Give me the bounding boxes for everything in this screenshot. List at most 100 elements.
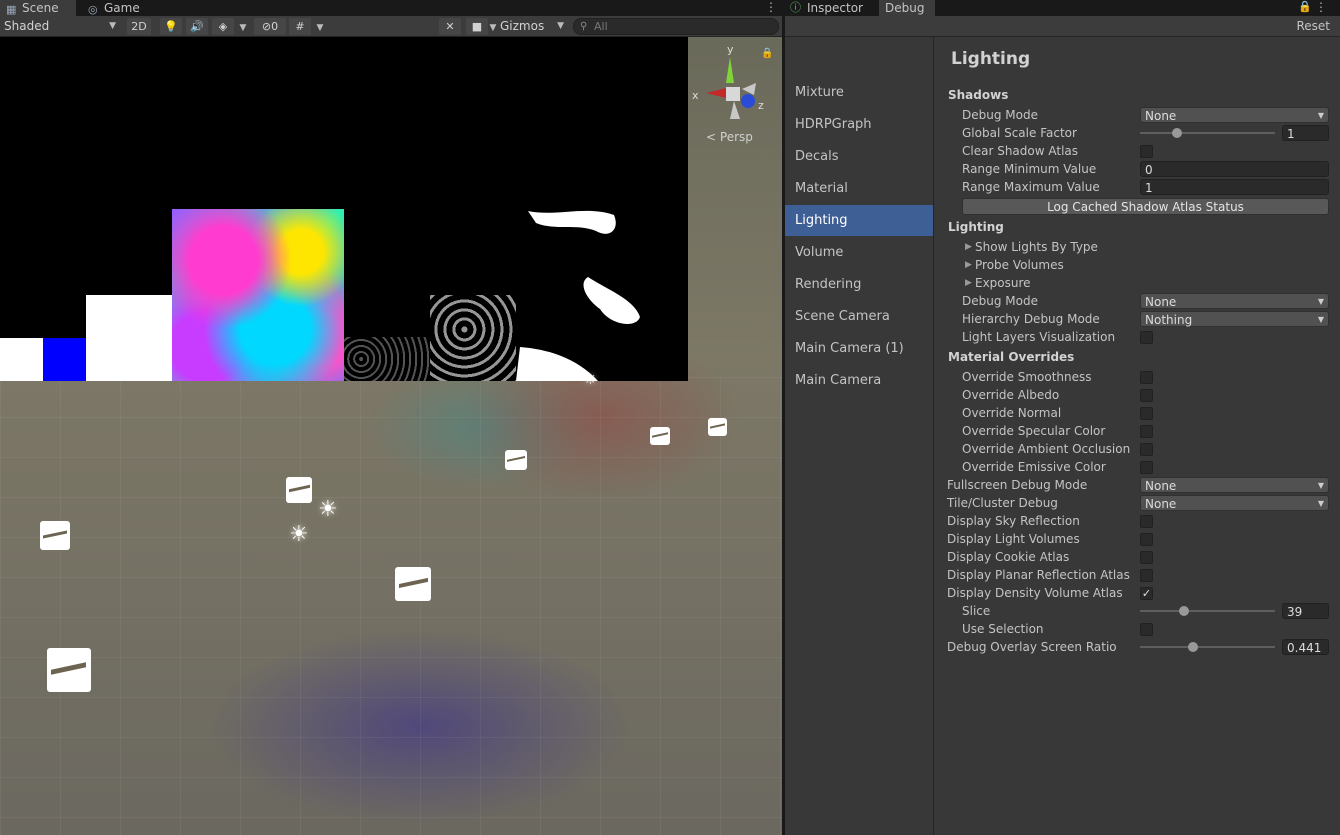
decal-gizmo-icon[interactable] (286, 477, 312, 503)
override-emissive-row: Override Emissive Color (935, 458, 1340, 476)
override-albedo-checkbox[interactable] (1140, 389, 1153, 402)
tab-game[interactable]: ◎ Game (82, 0, 152, 16)
sidebar-item-material[interactable]: Material (785, 173, 933, 204)
display-planar-checkbox[interactable] (1140, 569, 1153, 582)
decal-gizmo-icon[interactable] (505, 450, 527, 470)
decal-gizmo-icon[interactable] (47, 648, 91, 692)
shadow-debug-mode-dropdown[interactable]: None ▼ (1140, 107, 1329, 123)
sidebar-item-scene-camera[interactable]: Scene Camera (785, 301, 933, 332)
chevron-down-icon: ▼ (1317, 111, 1324, 120)
scene-toolbar: Shaded ▼ 2D 💡 🔊 ◈ ▼ ⊘0 # ▼ ✕ ■ ▼ Gizmos … (0, 16, 782, 37)
scene-viewport[interactable]: y x z 🔒 < Persp ☀ ☀ ☀ (0, 37, 782, 835)
sidebar-item-rendering[interactable]: Rendering (785, 269, 933, 300)
2d-toggle-button[interactable]: 2D (127, 18, 151, 35)
light-sun-icon[interactable]: ☀ (318, 499, 338, 521)
scene-search-input[interactable]: ⚲ All (573, 18, 779, 35)
use-selection-row: Use Selection (935, 620, 1340, 638)
light-sun-icon[interactable]: ☀ (289, 524, 309, 546)
audio-toggle-icon[interactable]: 🔊 (186, 18, 208, 35)
display-cookie-checkbox[interactable] (1140, 551, 1153, 564)
slice-field[interactable]: 39 (1282, 603, 1329, 619)
slider-thumb[interactable] (1179, 606, 1189, 616)
exposure-foldout[interactable]: ▶ Exposure (935, 274, 1340, 292)
chevron-down-icon: ▼ (1317, 315, 1324, 324)
probe-volumes-foldout[interactable]: ▶ Probe Volumes (935, 256, 1340, 274)
decal-gizmo-icon[interactable] (395, 567, 431, 601)
global-scale-field[interactable]: 1 (1282, 125, 1329, 141)
shadows-header-row[interactable]: Shadows (935, 86, 1340, 104)
sidebar-item-mixture[interactable]: Mixture (785, 77, 933, 108)
display-density-checkbox[interactable]: ✓ (1140, 587, 1153, 600)
effects-dropdown-icon[interactable]: ▼ (236, 18, 250, 35)
grid-toggle-icon[interactable]: # (289, 18, 311, 35)
show-lights-foldout[interactable]: ▶ Show Lights By Type (935, 238, 1340, 256)
camera-icon[interactable]: ■ (466, 18, 488, 35)
inspector-tabbar: ⓘ Inspector Debug 🔒 ⋮ (785, 0, 1340, 16)
override-emissive-checkbox[interactable] (1140, 461, 1153, 474)
overlay-ratio-field[interactable]: 0.441 (1282, 639, 1329, 655)
hierarchy-debug-mode-dropdown[interactable]: Nothing ▼ (1140, 311, 1329, 327)
slice-slider[interactable] (1140, 610, 1275, 612)
tab-debug[interactable]: Debug (879, 0, 935, 16)
display-light-volumes-checkbox[interactable] (1140, 533, 1153, 546)
slider-thumb[interactable] (1172, 128, 1182, 138)
slider-thumb[interactable] (1188, 642, 1198, 652)
lock-icon[interactable]: 🔒 (1298, 0, 1312, 13)
range-maximum-field[interactable]: 1 (1140, 179, 1329, 195)
gizmos-dropdown[interactable]: Gizmos ▼ (500, 18, 566, 35)
override-smoothness-checkbox[interactable] (1140, 371, 1153, 384)
sidebar-item-main-camera[interactable]: Main Camera (785, 365, 933, 396)
tab-scene[interactable]: ▦ Scene (0, 0, 76, 16)
material-overrides-header-row[interactable]: Material Overrides (935, 348, 1340, 366)
lighting-header-row[interactable]: Lighting (935, 218, 1340, 236)
effects-toggle-icon[interactable]: ◈ (212, 18, 234, 35)
overlay-ratio-slider[interactable] (1140, 646, 1275, 648)
decal-gizmo-icon[interactable] (650, 427, 670, 445)
scene-more-menu-icon[interactable]: ⋮ (765, 0, 777, 14)
scene-pane: ▦ Scene ◎ Game ⋮ Shaded ▼ 2D 💡 🔊 ◈ ▼ ⊘0 … (0, 0, 782, 835)
grid-dropdown-icon[interactable]: ▼ (313, 18, 327, 35)
camera-dropdown-icon[interactable]: ▼ (486, 18, 500, 35)
decal-gizmo-icon[interactable] (40, 521, 70, 550)
sidebar-item-lighting[interactable]: Lighting (785, 205, 933, 236)
fullscreen-debug-dropdown[interactable]: None ▼ (1140, 477, 1329, 493)
override-smoothness-row: Override Smoothness (935, 368, 1340, 386)
decal-gizmo-icon[interactable] (708, 418, 727, 436)
tab-inspector[interactable]: ⓘ Inspector (785, 0, 879, 16)
tile-cluster-dropdown[interactable]: None ▼ (1140, 495, 1329, 511)
sidebar-item-decals[interactable]: Decals (785, 141, 933, 172)
field-label: Display Cookie Atlas (947, 550, 1070, 564)
override-normal-checkbox[interactable] (1140, 407, 1153, 420)
use-selection-checkbox[interactable] (1140, 623, 1153, 636)
display-sky-checkbox[interactable] (1140, 515, 1153, 528)
range-maximum-row: Range Maximum Value 1 (935, 178, 1340, 196)
hidden-objects-toggle[interactable]: ⊘0 (254, 18, 286, 35)
perspective-label[interactable]: < Persp (706, 130, 753, 144)
lighting-toggle-icon[interactable]: 💡 (160, 18, 182, 35)
info-icon: ⓘ (790, 1, 801, 14)
shading-mode-dropdown[interactable]: Shaded ▼ (4, 18, 118, 35)
sidebar-item-volume[interactable]: Volume (785, 237, 933, 268)
atlas-speckle-texture (430, 295, 516, 381)
range-minimum-field[interactable]: 0 (1140, 161, 1329, 177)
more-menu-icon[interactable]: ⋮ (1315, 0, 1327, 14)
light-sun-icon[interactable]: ☀ (584, 369, 597, 391)
log-cached-shadow-atlas-button[interactable]: Log Cached Shadow Atlas Status (962, 198, 1329, 215)
sidebar-item-hdrpgraph[interactable]: HDRPGraph (785, 109, 933, 140)
light-layers-checkbox[interactable] (1140, 331, 1153, 344)
override-specular-checkbox[interactable] (1140, 425, 1153, 438)
sidebar-item-main-camera-1[interactable]: Main Camera (1) (785, 333, 933, 364)
override-ao-row: Override Ambient Occlusion (935, 440, 1340, 458)
chevron-down-icon: ▼ (1317, 499, 1324, 508)
shadow-debug-mode-row: Debug Mode None ▼ (935, 106, 1340, 124)
override-ao-checkbox[interactable] (1140, 443, 1153, 456)
lighting-debug-mode-dropdown[interactable]: None ▼ (1140, 293, 1329, 309)
global-scale-slider[interactable] (1140, 132, 1275, 134)
lock-icon[interactable]: 🔒 (761, 48, 773, 59)
clear-shadow-atlas-checkbox[interactable] (1140, 145, 1153, 158)
tools-icon[interactable]: ✕ (439, 18, 461, 35)
reset-button[interactable]: Reset (1296, 18, 1330, 35)
field-label: Hierarchy Debug Mode (962, 312, 1100, 326)
field-label: Debug Mode (962, 108, 1038, 122)
override-albedo-row: Override Albedo (935, 386, 1340, 404)
